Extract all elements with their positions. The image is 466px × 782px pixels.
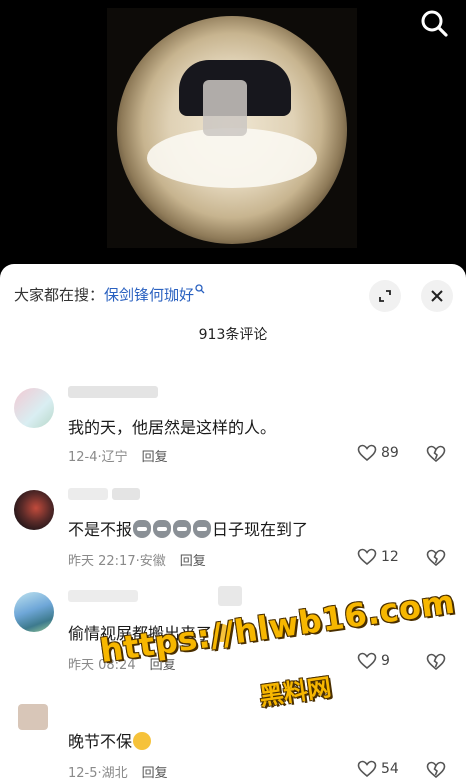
- cat-emoji: [133, 520, 152, 538]
- trending-search[interactable]: 大家都在搜：保剑锋何珈好: [14, 284, 205, 305]
- comment-date: 12-5: [68, 766, 98, 781]
- like-button[interactable]: 12: [357, 548, 399, 566]
- trending-search-prefix: 大家都在搜：: [14, 286, 105, 304]
- cat-emoji: [173, 520, 192, 538]
- broken-heart-icon[interactable]: [426, 549, 446, 567]
- like-count: 89: [381, 445, 399, 461]
- close-button[interactable]: [421, 280, 453, 312]
- search-icon: [421, 10, 448, 37]
- trending-search-term[interactable]: 保剑锋何珈好: [104, 286, 194, 304]
- grinning-emoji: [133, 732, 152, 750]
- comment-text: 偷情视屏都搬出来了: [68, 620, 232, 644]
- video-scene: [117, 16, 347, 244]
- reply-button[interactable]: 回复: [142, 450, 168, 465]
- username-blurred[interactable]: [68, 386, 158, 398]
- comment-meta: 12-4·辽宁 回复: [68, 446, 168, 465]
- heart-icon: [357, 652, 377, 670]
- comment-date: 昨天 08:24: [68, 658, 136, 673]
- comment-date: 12-4: [68, 450, 98, 465]
- comment-text-start: 不是不报: [68, 520, 133, 539]
- comment-sheet: 大家都在搜：保剑锋何珈好 913条评论 我的天，他居然是这样的人。 12-4·辽…: [0, 264, 466, 782]
- username-blurred[interactable]: [68, 488, 108, 500]
- like-count: 12: [381, 549, 399, 565]
- laughing-emoji: [213, 624, 232, 642]
- username-blurred[interactable]: [218, 586, 242, 606]
- cat-emoji: [153, 520, 172, 538]
- like-count: 9: [381, 653, 390, 669]
- comment-meta: 昨天 08:24 回复: [68, 654, 176, 673]
- comment-text-end: 日子现在到了: [212, 520, 309, 539]
- comment-item: 不是不报 日子现在到了 昨天 22:17·安徽 回复 12: [0, 484, 466, 594]
- broken-heart-icon[interactable]: [426, 761, 446, 779]
- cat-emoji: [193, 520, 212, 538]
- broken-heart-icon[interactable]: [426, 445, 446, 463]
- comment-text: 晚节不保: [68, 728, 152, 752]
- mosaic-patch: [203, 80, 247, 136]
- comment-location: 辽宁: [101, 450, 128, 465]
- broken-heart-icon[interactable]: [426, 653, 446, 671]
- expand-button[interactable]: [369, 280, 401, 312]
- like-count: 54: [381, 761, 399, 777]
- bed: [147, 128, 317, 188]
- comment-count: 913条评论: [198, 327, 268, 343]
- comment-meta: 12-5·湖北 回复: [68, 762, 168, 781]
- comment-item: 我的天，他居然是这样的人。 12-4·辽宁 回复 89: [0, 382, 466, 492]
- comment-date: 昨天 22:17: [68, 554, 136, 569]
- heart-icon: [357, 548, 377, 566]
- username-blurred[interactable]: [68, 590, 138, 602]
- comment-text-body: 偷情视屏都搬出来了: [68, 624, 213, 643]
- like-button[interactable]: 9: [357, 652, 390, 670]
- heart-icon: [357, 760, 377, 778]
- video-player[interactable]: [0, 0, 466, 270]
- avatar[interactable]: [14, 490, 54, 530]
- comment-location: 湖北: [101, 766, 128, 781]
- reply-button[interactable]: 回复: [150, 658, 176, 673]
- expand-icon: [379, 290, 391, 302]
- username-blurred[interactable]: [112, 488, 140, 500]
- like-button[interactable]: 54: [357, 760, 399, 778]
- reply-button[interactable]: 回复: [142, 766, 168, 781]
- search-button[interactable]: [416, 6, 452, 42]
- comment-item: 偷情视屏都搬出来了 昨天 08:24 回复 9: [0, 586, 466, 696]
- avatar[interactable]: [18, 704, 48, 730]
- heart-icon: [357, 444, 377, 462]
- avatar[interactable]: [14, 592, 54, 632]
- like-button[interactable]: 89: [357, 444, 399, 462]
- avatar[interactable]: [14, 388, 54, 428]
- comment-item: 晚节不保 12-5·湖北 回复 54: [0, 694, 466, 782]
- comment-text: 我的天，他居然是这样的人。: [68, 418, 277, 437]
- close-icon: [431, 290, 443, 302]
- comment-meta: 昨天 22:17·安徽 回复: [68, 550, 206, 569]
- comment-location: 安徽: [139, 554, 166, 569]
- reply-button[interactable]: 回复: [180, 554, 206, 569]
- comment-text-body: 晚节不保: [68, 732, 133, 751]
- small-search-icon: [195, 284, 205, 294]
- video-frame: [107, 8, 357, 248]
- comment-text: 不是不报 日子现在到了: [68, 516, 308, 540]
